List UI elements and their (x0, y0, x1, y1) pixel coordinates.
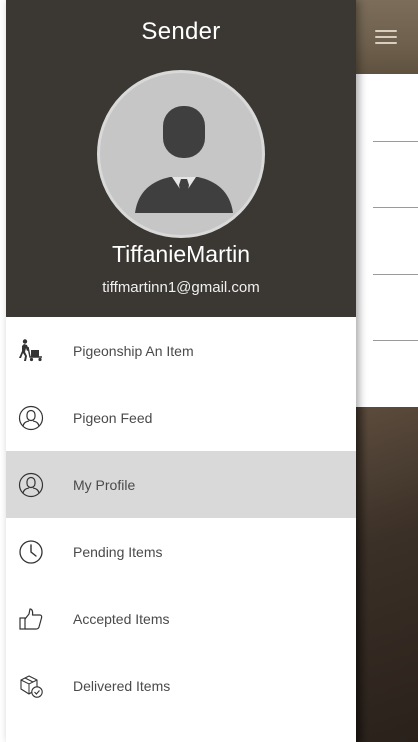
delivered-box-icon (20, 674, 43, 698)
person-outline-icon (18, 472, 44, 497)
menu-item-label: Pending Items (73, 543, 163, 560)
thumbs-up-icon (19, 607, 43, 630)
menu-item-my-profile[interactable]: My Profile (6, 451, 356, 518)
drawer-header: Sender TiffanieMartin tiffmartinn1@gmail… (6, 0, 356, 317)
menu-item-pigeonship[interactable]: Pigeonship An Item (6, 317, 356, 384)
background-list (356, 74, 418, 407)
default-person-icon (135, 106, 233, 213)
list-divider (373, 207, 418, 208)
menu-item-label: My Profile (73, 476, 136, 493)
role-title: Sender (141, 18, 221, 45)
menu-item-partial[interactable] (6, 719, 356, 742)
avatar[interactable] (97, 70, 265, 238)
drawer-shadow (356, 407, 368, 742)
list-divider (373, 141, 418, 142)
menu-item-delivered-items[interactable]: Delivered Items (6, 652, 356, 719)
menu-item-label: Accepted Items (73, 610, 170, 627)
menu-item-label: Pigeon Feed (73, 409, 153, 426)
menu-item-label: Pigeonship An Item (73, 342, 194, 359)
hamburger-menu-icon[interactable] (375, 30, 397, 44)
delivery-person-icon (19, 338, 42, 361)
menu-item-accepted-items[interactable]: Accepted Items (6, 585, 356, 652)
person-outline-icon (18, 405, 44, 430)
menu-item-label: Delivered Items (73, 677, 171, 694)
menu-item-pigeon-feed[interactable]: Pigeon Feed (6, 384, 356, 451)
menu-item-pending-items[interactable]: Pending Items (6, 518, 356, 585)
list-divider (373, 274, 418, 275)
list-divider (373, 340, 418, 341)
navigation-drawer: Sender TiffanieMartin tiffmartinn1@gmail… (6, 0, 356, 742)
user-email: tiffmartinn1@gmail.com (102, 279, 260, 296)
drawer-menu: Pigeonship An Item Pigeon Feed My Profil… (6, 317, 356, 742)
clock-icon (19, 539, 43, 564)
user-name: TiffanieMartin (111, 241, 251, 267)
